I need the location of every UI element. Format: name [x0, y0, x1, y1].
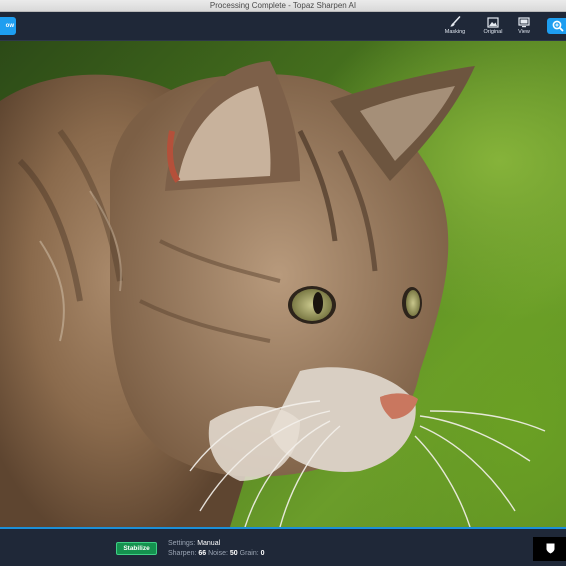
view-label: View	[518, 29, 530, 35]
zoom-icon	[552, 20, 564, 32]
settings-summary: Settings: Manual Sharpen: 66 Noise: 50 G…	[168, 539, 265, 559]
settings-value: Manual	[197, 540, 221, 547]
view-button[interactable]: View	[509, 15, 539, 39]
grain-value: 0	[260, 550, 265, 557]
zoom-button[interactable]	[547, 18, 566, 34]
sharpen-label: Sharpen:	[168, 550, 199, 557]
noise-label: Noise:	[208, 550, 230, 557]
masking-button[interactable]: Masking	[440, 15, 470, 39]
top-toolbar: ow Masking Original View	[0, 12, 566, 41]
left-action-button[interactable]: ow	[0, 17, 16, 35]
cat-photo	[0, 61, 546, 527]
params-row: Sharpen: 66 Noise: 50 Grain: 0	[168, 549, 265, 559]
sharpen-value: 66	[198, 550, 209, 557]
original-button[interactable]: Original	[478, 15, 508, 39]
stabilize-button[interactable]: Stabilize	[116, 542, 157, 555]
brush-icon	[440, 15, 470, 28]
settings-row: Settings: Manual	[168, 539, 265, 549]
image-preview[interactable]	[0, 41, 566, 527]
masking-label: Masking	[444, 29, 466, 35]
save-button[interactable]	[533, 537, 566, 561]
bottom-panel: Stabilize Settings: Manual Sharpen: 66 N…	[0, 527, 566, 566]
settings-label: Settings:	[168, 540, 198, 547]
image-icon	[478, 15, 508, 28]
noise-value: 50	[229, 550, 240, 557]
window-title: Processing Complete - Topaz Sharpen AI	[0, 0, 566, 12]
original-label: Original	[483, 29, 503, 35]
grain-label: Grain:	[239, 550, 261, 557]
shield-icon	[546, 543, 555, 554]
monitor-icon	[509, 15, 539, 28]
